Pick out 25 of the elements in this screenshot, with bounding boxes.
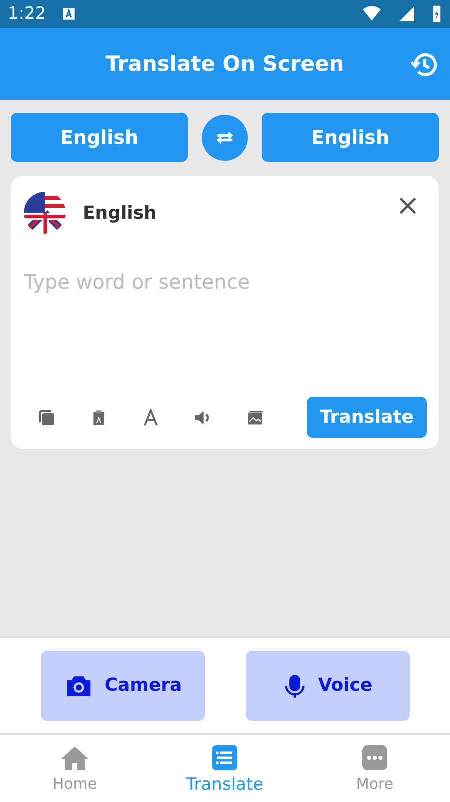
close-icon xyxy=(397,195,419,217)
translate-button[interactable]: Translate xyxy=(307,397,427,438)
app-title: Translate On Screen xyxy=(106,52,344,76)
letter-icon xyxy=(142,408,160,426)
signal-icon xyxy=(398,5,416,23)
nav-tab[interactable]: Home xyxy=(0,735,150,802)
battery-icon xyxy=(432,4,442,24)
target-language-button[interactable]: English xyxy=(262,113,439,162)
voice-button[interactable]: Voice xyxy=(246,650,410,720)
camera-button[interactable]: Camera xyxy=(40,650,204,720)
nav-tab[interactable]: Translate xyxy=(150,735,300,802)
close-button[interactable] xyxy=(397,195,419,217)
notification-icon xyxy=(62,7,76,21)
list-icon xyxy=(210,743,240,773)
more-icon xyxy=(360,743,390,773)
source-language-button[interactable]: English xyxy=(11,113,188,162)
wifi-icon xyxy=(362,5,382,23)
input-language: English xyxy=(83,202,158,224)
flag-icon xyxy=(24,192,66,234)
image-icon xyxy=(246,408,264,426)
copy-icon xyxy=(38,408,56,426)
status-time: 1:22 xyxy=(8,4,46,24)
nav-tab[interactable]: More xyxy=(300,735,450,802)
clipboard-icon xyxy=(91,408,107,426)
swap-languages-button[interactable] xyxy=(202,114,248,160)
